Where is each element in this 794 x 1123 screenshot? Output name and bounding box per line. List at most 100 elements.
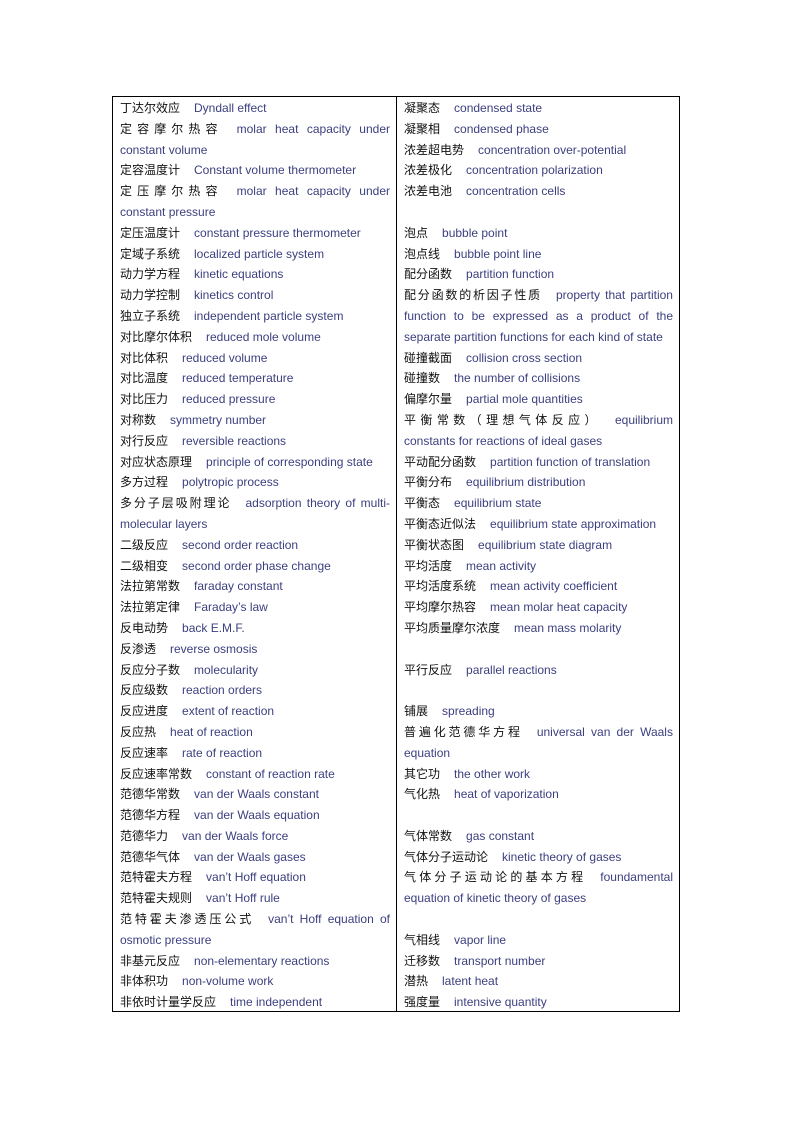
term-english: back E.M.F.: [182, 620, 245, 635]
term-chinese: 对应状态原理: [120, 454, 193, 469]
glossary-entry: 泡点 bubble point: [404, 223, 673, 244]
glossary-entry: 普遍化范德华方程 universal van der Waals equation: [404, 722, 673, 764]
term-chinese: 配分函数: [404, 267, 453, 282]
term-english: faraday constant: [194, 579, 283, 594]
term-chinese: 反应速率: [120, 745, 169, 760]
term-chinese: 浓差极化: [404, 163, 453, 178]
term-chinese: 强度量: [404, 995, 441, 1010]
glossary-entry: 法拉第常数 faraday constant: [120, 576, 390, 597]
term-english: van der Waals force: [182, 828, 289, 843]
glossary-left-column: 丁达尔效应 Dyndall effect 定容摩尔热容 molar heat capa…: [113, 97, 397, 1011]
glossary-entry: 对比体积 reduced volume: [120, 348, 390, 369]
term-chinese: 对比摩尔体积: [120, 329, 193, 344]
glossary-entry: 平均摩尔热容 mean molar heat capacity: [404, 597, 673, 618]
glossary-entry: 平衡态 equilibrium state: [404, 493, 673, 514]
term-chinese: 范德华力: [120, 828, 169, 843]
term-chinese: 动力学方程: [120, 267, 181, 282]
term-chinese: 其它功: [404, 766, 441, 781]
term-chinese: 定容温度计: [120, 163, 181, 178]
glossary-entry: 反应进度 extent of reaction: [120, 701, 390, 722]
glossary-entry: 范德华方程 van der Waals equation: [120, 805, 390, 826]
glossary-entry: 动力学控制 kinetics control: [120, 285, 390, 306]
term-english: equilibrium state diagram: [478, 537, 613, 552]
term-english: mean mass molarity: [514, 620, 622, 635]
glossary-entry: 多方过程 polytropic process: [120, 472, 390, 493]
glossary-entry: 气体常数 gas constant: [404, 826, 673, 847]
glossary-entry: 定域子系统 localized particle system: [120, 244, 390, 265]
term-chinese: 对比压力: [120, 392, 169, 407]
term-english: independent particle system: [194, 308, 344, 323]
term-chinese: 气体分子运动论的基本方程: [404, 870, 587, 885]
glossary-entry: 偏摩尔量 partial mole quantities: [404, 389, 673, 410]
term-english: condensed phase: [454, 121, 549, 136]
term-chinese: 二级相变: [120, 558, 169, 573]
term-chinese: 反应热: [120, 724, 157, 739]
glossary-entry: 其它功 the other work: [404, 764, 673, 785]
document-page: 丁达尔效应 Dyndall effect 定容摩尔热容 molar heat capa…: [0, 0, 794, 1123]
term-english: reduced pressure: [182, 392, 276, 407]
glossary-entry: 气体分子运动论 kinetic theory of gases: [404, 847, 673, 868]
term-english: latent heat: [442, 974, 499, 989]
term-english: bubble point line: [454, 246, 542, 261]
term-chinese: 二级反应: [120, 537, 169, 552]
term-english: non-volume work: [182, 974, 274, 989]
term-chinese: 浓差超电势: [404, 142, 465, 157]
term-english: bubble point: [442, 225, 508, 240]
term-english: constant of reaction rate: [206, 766, 335, 781]
term-english: rate of reaction: [182, 745, 263, 760]
glossary-entry: 铺展 spreading: [404, 701, 673, 722]
glossary-entry: 对比温度 reduced temperature: [120, 368, 390, 389]
term-chinese: 对称数: [120, 412, 157, 427]
glossary-entry: 二级相变 second order phase change: [120, 556, 390, 577]
term-english: mean molar heat capacity: [490, 600, 628, 615]
term-english: localized particle system: [194, 246, 325, 261]
term-english: polytropic process: [182, 475, 279, 490]
term-chinese: 范特霍夫方程: [120, 870, 193, 885]
term-english: transport number: [454, 953, 546, 968]
term-chinese: 动力学控制: [120, 288, 181, 303]
term-english: mean activity: [466, 558, 537, 573]
term-chinese: 平衡分布: [404, 475, 453, 490]
term-chinese: 平行反应: [404, 662, 453, 677]
term-chinese: 气体分子运动论: [404, 849, 489, 864]
term-chinese: 定域子系统: [120, 246, 181, 261]
term-english: kinetics control: [194, 288, 274, 303]
term-chinese: 反应速率常数: [120, 766, 193, 781]
glossary-entry: 动力学方程 kinetic equations: [120, 264, 390, 285]
term-chinese: 铺展: [404, 704, 429, 719]
term-chinese: 潜热: [404, 974, 429, 989]
glossary-entry: 平衡态近似法 equilibrium state approximation: [404, 514, 673, 535]
glossary-entry: 非依时计量学反应 time independent: [120, 992, 390, 1011]
glossary-entry: 反渗透 reverse osmosis: [120, 639, 390, 660]
term-english: concentration cells: [466, 184, 566, 199]
glossary-entry: 潜热 latent heat: [404, 971, 673, 992]
glossary-entry: 范特霍夫渗透压公式 van’t Hoff equation of osmotic …: [120, 909, 390, 951]
glossary-entry: 定容温度计 Constant voIume thermometer: [120, 160, 390, 181]
term-english: condensed state: [454, 101, 543, 115]
term-chinese: 气相线: [404, 932, 441, 947]
glossary-entry: 反应级数 reaction orders: [120, 680, 390, 701]
term-english: concentration polarization: [466, 163, 603, 178]
term-chinese: 迁移数: [404, 953, 441, 968]
term-english: non-elementary reactions: [194, 953, 330, 968]
glossary-entry: 范特霍夫规则 van’t Hoff rule: [120, 888, 390, 909]
term-english: reaction orders: [182, 683, 263, 698]
term-chinese: 浓差电池: [404, 184, 453, 199]
glossary-entry: 范德华常数 van der Waals constant: [120, 784, 390, 805]
glossary-entry: 碰撞截面 collision cross section: [404, 348, 673, 369]
term-english: reverse osmosis: [170, 641, 258, 656]
term-chinese: 平动配分函数: [404, 454, 477, 469]
term-english: the number of collisions: [454, 371, 581, 386]
term-chinese: 定容摩尔热容: [120, 121, 223, 136]
term-english: vapor line: [454, 932, 507, 947]
glossary-entry: 反应分子数 molecularity: [120, 660, 390, 681]
term-chinese: 对行反应: [120, 433, 169, 448]
term-english: equilibrium state approximation: [490, 516, 657, 531]
term-english: time independent: [230, 995, 323, 1010]
glossary-entry: 定压温度计 constant pressure thermometer: [120, 223, 390, 244]
term-english: mean activity coefficient: [490, 579, 618, 594]
glossary-entry: 范特霍夫方程 van’t Hoff equation: [120, 867, 390, 888]
